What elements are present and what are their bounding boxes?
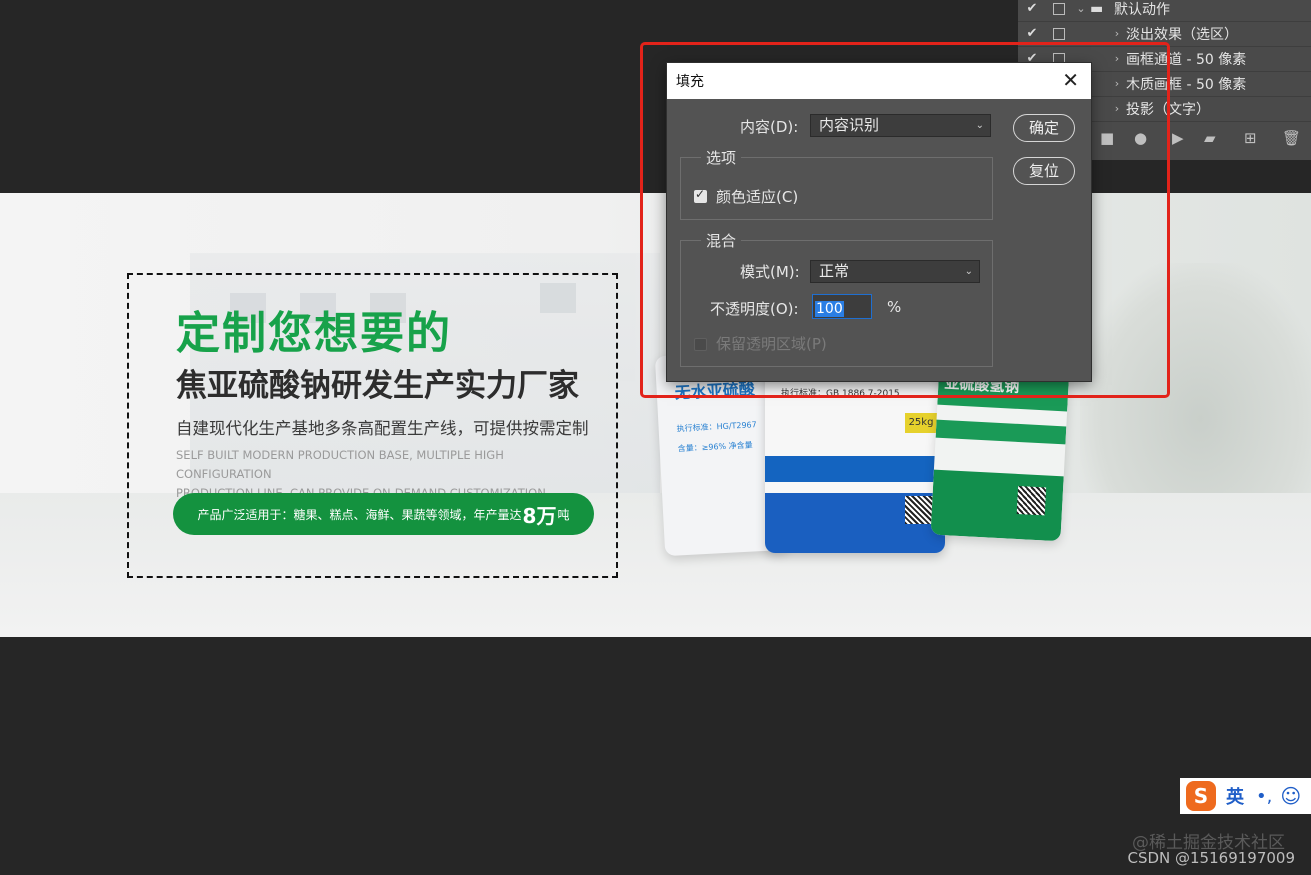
banner-headline: 定制您想要的 <box>176 308 452 359</box>
toggle-check-icon[interactable]: ✔ <box>1018 26 1046 41</box>
chevron-down-icon[interactable]: ⌄ <box>1072 2 1090 15</box>
watermark-csdn: CSDN @15169197009 <box>1127 849 1295 867</box>
folder-icon: ▬ <box>1090 0 1104 17</box>
toggle-check-icon[interactable]: ✔ <box>1018 1 1046 16</box>
new-set-folder-icon[interactable]: ▰ <box>1204 129 1216 147</box>
pill-number: 8万 <box>522 503 557 528</box>
banner-pill: 产品广泛适用于：糖果、糕点、海鲜、果蔬等领域，年产量达 8万 吨 <box>173 493 594 535</box>
highlight-annotation <box>640 42 1170 398</box>
pill-suffix: 吨 <box>557 507 570 522</box>
ime-punctuation-toggle[interactable]: •, <box>1256 786 1272 807</box>
qr-code-icon <box>905 496 933 524</box>
pill-prefix: 产品广泛适用于：糖果、糕点、海鲜、果蔬等领域，年产量达 <box>197 507 522 522</box>
emoji-icon[interactable]: ☺ <box>1280 784 1301 808</box>
trash-icon[interactable]: 🗑 <box>1282 129 1301 147</box>
action-set-name[interactable]: 默认动作 <box>1114 0 1170 19</box>
qr-code-icon <box>1016 485 1047 516</box>
banner-subhead: 焦亚硫酸钠研发生产实力厂家 <box>176 368 579 404</box>
new-action-icon[interactable]: ⊞ <box>1244 129 1257 147</box>
bag3-stripe <box>935 419 1067 445</box>
dialog-toggle-icon[interactable] <box>1046 2 1072 15</box>
ime-toolbar[interactable]: S 英 •, ☺ <box>1180 778 1311 814</box>
bag1-line-2: 含量：≥96% 净含量 <box>677 440 753 454</box>
banner-english-line-1: SELF BUILT MODERN PRODUCTION BASE, MULTI… <box>176 448 504 481</box>
dialog-toggle-icon[interactable] <box>1046 27 1072 40</box>
action-name[interactable]: 淡出效果（选区） <box>1126 24 1238 44</box>
play-icon[interactable]: ▶ <box>1172 129 1184 147</box>
bag2-band <box>765 456 945 482</box>
chevron-right-icon[interactable]: › <box>1108 27 1126 40</box>
bag1-line-1: 执行标准：HG/T2967 <box>676 420 757 434</box>
banner-description: 自建现代化生产基地多条高配置生产线，可提供按需定制 <box>176 419 589 438</box>
bag2-weight-tag: 25kg <box>905 413 937 433</box>
action-row-0[interactable]: ✔ ⌄ ▬ 默认动作 <box>1018 0 1311 22</box>
ime-language-toggle[interactable]: 英 <box>1226 783 1244 809</box>
ime-logo-icon[interactable]: S <box>1186 781 1216 811</box>
